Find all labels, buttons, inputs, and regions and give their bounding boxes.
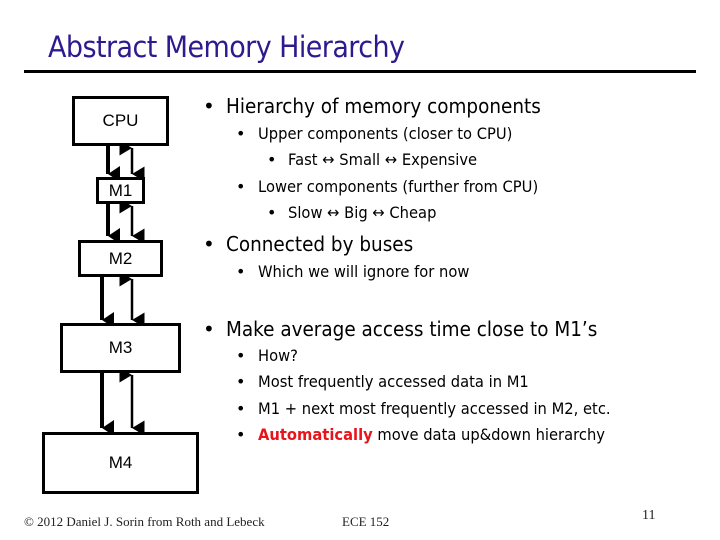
- bullet-dot: •: [236, 372, 246, 391]
- sub-bullet-upper: Upper components (closer to CPU): [258, 124, 513, 143]
- page-number: 11: [642, 508, 656, 523]
- bullet-access-time: Make average access time close to M1’s: [226, 317, 598, 341]
- bullet-hierarchy: Hierarchy of memory components: [226, 94, 541, 118]
- bullet-dot: •: [236, 399, 246, 418]
- m1-box: M1: [96, 177, 145, 204]
- sub-sub-bullet-slow: Slow ↔ Big ↔ Cheap: [288, 203, 437, 222]
- bullet-dot: •: [267, 203, 277, 222]
- sub-bullet-lower: Lower components (further from CPU): [258, 177, 539, 196]
- m1-label: M1: [108, 180, 133, 200]
- sub-bullet-automatically: Automatically move data up&down hierarch…: [258, 425, 605, 444]
- sub-bullet-most-frequent: Most frequently accessed data in M1: [258, 372, 529, 391]
- sub-sub-bullet-fast: Fast ↔ Small ↔ Expensive: [288, 150, 478, 169]
- bullet-dot: •: [203, 317, 215, 341]
- m2-label: M2: [108, 248, 133, 268]
- bullet-dot: •: [236, 177, 246, 196]
- sub-bullet-next-most: M1 + next most frequently accessed in M2…: [258, 399, 611, 418]
- footer-course: ECE 152: [342, 514, 390, 529]
- bullet-dot: •: [203, 94, 215, 118]
- bullet-dot: •: [236, 124, 246, 143]
- cpu-label: CPU: [102, 111, 139, 130]
- m4-box: M4: [42, 432, 199, 494]
- footer-copyright: © 2012 Daniel J. Sorin from Roth and Leb…: [24, 514, 265, 529]
- bullet-dot: •: [236, 346, 246, 365]
- automatically-rest: move data up&down hierarchy: [372, 425, 605, 444]
- bullet-dot: •: [236, 262, 246, 281]
- m4-label: M4: [108, 453, 133, 472]
- bullet-dot: •: [203, 232, 215, 256]
- m3-box: M3: [60, 323, 181, 373]
- highlight-automatically: Automatically: [258, 425, 373, 444]
- m2-box: M2: [78, 240, 163, 277]
- bullet-dot: •: [267, 150, 277, 169]
- bullet-dot: •: [236, 425, 246, 444]
- bullet-buses: Connected by buses: [226, 232, 414, 256]
- m3-label: M3: [108, 338, 133, 357]
- sub-bullet-ignore: Which we will ignore for now: [258, 262, 470, 281]
- cpu-box: CPU: [72, 96, 169, 146]
- sub-bullet-how: How?: [258, 346, 298, 365]
